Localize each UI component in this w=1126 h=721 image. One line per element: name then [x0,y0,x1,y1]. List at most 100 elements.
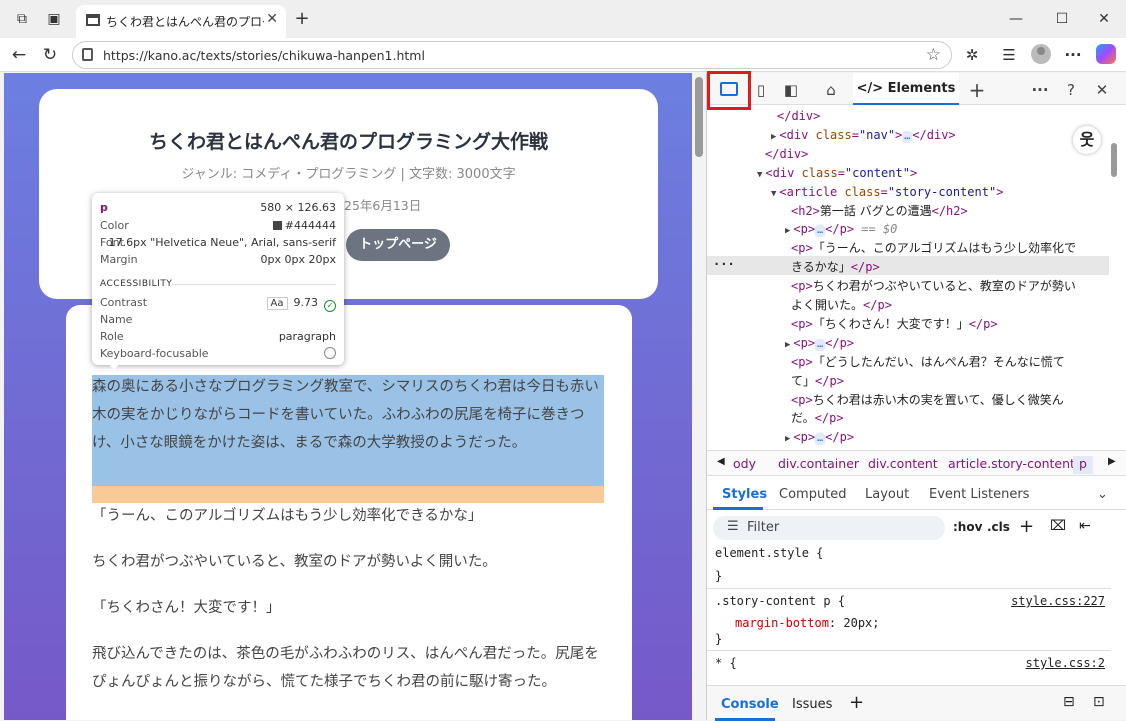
breadcrumb-item-current[interactable]: p [1073,456,1093,474]
dom-node-line[interactable]: きるかな」</p> [791,258,880,277]
paint-brush-icon[interactable]: ⌧ [1050,518,1066,534]
page-scroll-thumb[interactable] [695,77,703,157]
breadcrumb-item[interactable]: article.story-content [948,456,1075,471]
chevron-down-icon[interactable]: ⌄ [1097,487,1108,502]
collapsed-children-icon[interactable]: … [815,338,826,351]
toggle-sidebar-icon[interactable]: ⇤ [1079,518,1091,534]
refresh-icon[interactable]: ↻ [38,43,62,67]
close-devtools-icon[interactable]: ✕ [1091,79,1113,101]
breadcrumb-left-icon[interactable]: ◀ [717,456,725,467]
inspect-tooltip: p 580 × 126.63 Color #444444 Font 17.6px "… [92,193,344,365]
dom-node-line[interactable]: ▼ <div class="content"> [757,164,917,183]
class-toggle[interactable]: .cls [987,520,1010,534]
dom-node-line[interactable]: ▶ <p>… </p> [785,334,854,353]
quick-view-icon[interactable]: ⊟ [1063,694,1075,710]
dom-node-line[interactable]: だ。</p> [791,409,844,428]
dom-scroll-thumb[interactable] [1111,143,1117,177]
new-style-rule-icon[interactable]: + [1019,516,1034,537]
extensions-icon[interactable]: ✲ [961,44,983,66]
dom-node-line[interactable]: <p>ちくわ君がつぶやいていると、教室のドアが勢い [791,277,1076,296]
expand-triangle-icon: ▶ [785,339,791,350]
tab-styles[interactable]: Styles [722,487,767,502]
dom-node-line[interactable]: ▶ <div class="nav">… </div> [771,126,956,145]
dom-attr-name: class [808,127,852,142]
story-rule-source-link[interactable]: style.css:227 [1011,594,1105,608]
browser-tab[interactable]: ちくわ君とはんぺん君のプログラミング大 ✕ [76,5,286,38]
breadcrumb-item[interactable]: div.content [868,456,938,471]
node-actions-icon[interactable]: ··· [713,255,735,274]
dom-tree[interactable]: ··· </div> ▶ <div class="nav">… </div> </div… [707,105,1111,447]
favorites-icon[interactable]: ☰ [998,44,1020,66]
tab-actions-icon[interactable]: ▣ [44,9,64,29]
styles-pane[interactable]: element.style { } .story-content p { sty… [707,543,1111,683]
dom-tag: </div> [765,146,809,161]
maximize-button[interactable]: ☐ [1042,6,1082,32]
profile-avatar[interactable] [1031,44,1051,64]
story-rule-declaration[interactable]: margin-bottom: 20px; [735,616,880,630]
dom-node-line[interactable]: <p>「ちくわさん！大変です！」</p> [791,315,998,334]
breadcrumb-item[interactable]: div.container [778,456,859,471]
add-drawer-tab-icon[interactable]: + [849,692,864,713]
dom-node-line[interactable]: ▼ <article class="story-content"> [771,183,1003,202]
dom-text: ちくわ君がつぶやいていると、教室のドアが勢い [812,279,1076,294]
collapsed-children-icon[interactable]: … [815,433,826,446]
more-tools-plus-icon[interactable]: + [966,79,988,101]
dock-drawer-icon[interactable]: ⊡ [1093,694,1105,710]
tooltip-name-label: Name [100,313,133,326]
dom-node-line[interactable]: ▶ <p>… </p> [785,428,854,447]
welcome-home-icon[interactable]: ⌂ [820,79,842,101]
tab-layout[interactable]: Layout [865,487,909,502]
help-icon[interactable]: ? [1060,79,1082,101]
workspaces-icon[interactable]: ⧉ [12,9,32,29]
tab-computed[interactable]: Computed [779,487,847,502]
tab-event-listeners[interactable]: Event Listeners [929,487,1029,502]
breadcrumb-item[interactable]: ody [733,456,756,471]
devtools-menu-icon[interactable]: ··· [1029,79,1051,101]
device-emulation-icon[interactable]: ▯ [750,79,772,101]
close-window-button[interactable]: ✕ [1084,6,1124,32]
dom-tag: > [996,184,1004,199]
collapsed-children-icon[interactable]: … [902,130,913,143]
dom-node-line[interactable]: </div> [777,107,820,126]
styles-filter-input[interactable]: ☰ Filter [713,516,945,540]
accessibility-icon[interactable]: 웃 [1073,126,1101,154]
dock-side-icon[interactable]: ◧ [780,79,802,101]
collapsed-children-icon[interactable]: … [815,225,826,238]
hover-state-toggle[interactable]: :hov [953,520,982,534]
tab-console[interactable]: Console [721,697,779,712]
dom-tag: <p> [791,316,813,331]
page-favicon-icon [86,14,100,26]
copilot-icon[interactable] [1096,44,1116,64]
tab-issues[interactable]: Issues [792,697,832,712]
address-bar[interactable]: https://kano.ac/texts/stories/chikuwa-ha… [72,41,952,69]
code-brackets-icon: </> [856,81,888,96]
story-paragraph: 飛び込んできたのは、茶色の毛がふわふわのリス、はんぺん君だった。尻尾をぴょんぴょ… [92,646,599,690]
back-icon[interactable]: ← [7,43,31,67]
favorite-star-icon[interactable]: ☆ [926,45,941,65]
dom-text: て」 [791,373,816,388]
close-tab-icon[interactable]: ✕ [266,11,278,27]
dom-node-line[interactable]: <p>「うーん、このアルゴリズムはもう少し効率化で [791,239,1076,258]
top-page-button[interactable]: トップページ [346,229,450,261]
tab-elements[interactable]: </> Elements [853,73,959,105]
lock-icon [82,48,93,61]
filter-placeholder: Filter [747,520,780,535]
minimize-button[interactable]: — [996,6,1036,32]
dom-node-line[interactable]: <p>「どうしたんだい、はんぺん君？そんなに慌て [791,353,1065,372]
universal-rule-source-link[interactable]: style.css:2 [1026,656,1105,670]
new-tab-icon[interactable]: + [292,9,312,29]
page-scrollbar[interactable] [692,73,706,720]
dom-equals: = [837,165,845,180]
tooltip-font-value: 17.6px "Helvetica Neue", Arial, sans-ser… [108,236,336,249]
dom-node-line[interactable]: <p>ちくわ君は赤い木の実を置いて、優しく微笑ん [791,391,1064,410]
breadcrumb-right-icon[interactable]: ▶ [1108,456,1116,467]
more-icon[interactable]: ··· [1062,44,1084,66]
css-property: margin-bottom [735,616,829,630]
dom-node-line[interactable]: よく開いた。</p> [791,296,892,315]
dom-node-line[interactable]: て」</p> [791,372,844,391]
dom-node-line[interactable]: </div> [765,145,808,164]
dom-tag: </h2> [931,203,968,218]
dom-node-line[interactable]: <h2>第一話 バグとの遭遇</h2> [791,202,968,221]
dom-node-line[interactable]: ▶ <p>… </p> == $0 [785,220,897,239]
dom-text: 「うーん、このアルゴリズムはもう少し効率化で [812,241,1076,256]
